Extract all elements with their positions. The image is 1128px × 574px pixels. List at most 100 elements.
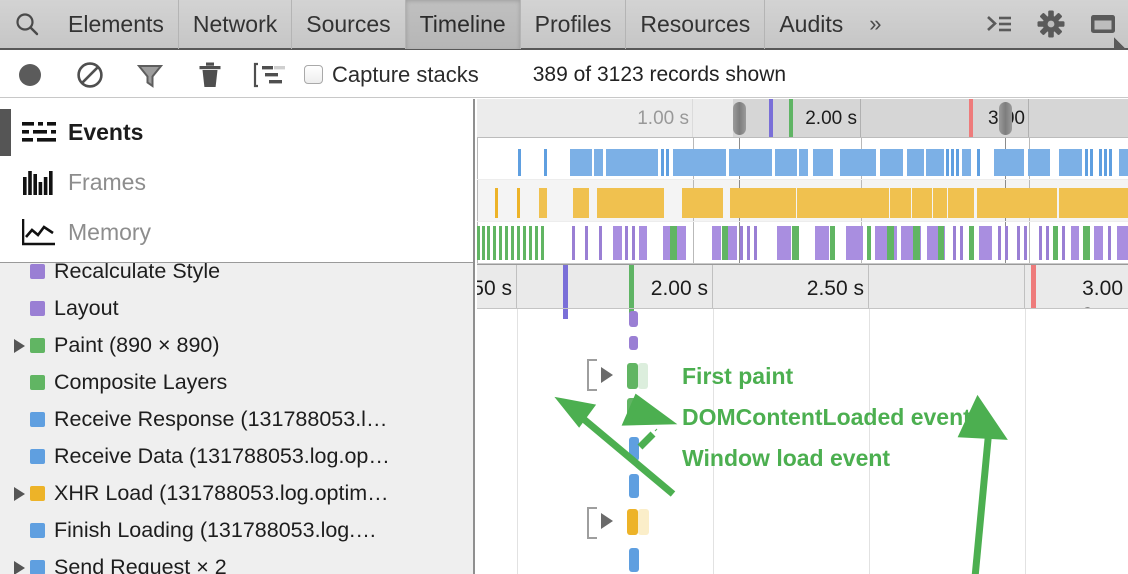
capture-stacks-checkbox[interactable]	[304, 65, 323, 84]
memory-line-icon	[16, 218, 62, 246]
trash-icon[interactable]	[180, 52, 240, 98]
record-bar[interactable]	[629, 548, 639, 572]
firstpaint-marker	[629, 265, 634, 309]
tab-resources[interactable]: Resources	[625, 0, 764, 49]
table-row[interactable]	[477, 309, 1128, 336]
overview-window-left-handle[interactable]	[733, 102, 746, 135]
expand-triangle[interactable]	[601, 513, 613, 529]
timeline-right-panel: 1.00 s 2.00 s 3.00	[477, 99, 1128, 574]
expand-triangle[interactable]	[8, 487, 30, 501]
event-label: Paint (890 × 890)	[54, 333, 220, 358]
record-bar[interactable]	[629, 437, 639, 461]
record-bar[interactable]	[629, 311, 638, 327]
list-item[interactable]: Receive Data (131788053.log.op…	[0, 438, 473, 475]
overview-ruler[interactable]: 1.00 s 2.00 s 3.00	[477, 99, 1128, 138]
event-records-list[interactable]: Recalculate Style Layout Paint (890 × 89…	[0, 262, 473, 574]
capture-stacks-label: Capture stacks	[332, 62, 479, 88]
overview-strip-scripting[interactable]	[477, 180, 1128, 222]
devtools-tabbar: Elements Network Sources Timeline Profil…	[0, 0, 1128, 50]
record-bar[interactable]	[627, 398, 638, 424]
event-label: XHR Load (131788053.log.optim…	[54, 481, 389, 506]
view-mode-frames[interactable]: Frames	[0, 157, 473, 207]
list-item[interactable]: Receive Response (131788053.l…	[0, 401, 473, 438]
events-icon	[16, 121, 62, 143]
ruler-tick-label: 2.50 s	[807, 277, 869, 301]
record-bracket	[587, 359, 597, 391]
overview-strip-loading[interactable]	[477, 138, 1128, 180]
table-row[interactable]	[477, 542, 1128, 574]
tab-profiles[interactable]: Profiles	[520, 0, 626, 49]
tab-label: Profiles	[535, 11, 612, 38]
overview-window-right-handle[interactable]	[999, 102, 1012, 135]
tab-sources[interactable]: Sources	[291, 0, 404, 49]
clear-icon[interactable]	[60, 52, 120, 98]
tab-label: Elements	[68, 11, 164, 38]
more-tabs-button[interactable]: »	[857, 0, 893, 49]
list-item[interactable]: Send Request × 2	[0, 549, 473, 574]
timeline-records-body[interactable]: First paint DOMContentLoaded event Windo…	[477, 309, 1128, 574]
console-drawer-icon[interactable]	[978, 0, 1020, 49]
event-color-swatch	[30, 338, 45, 353]
search-icon[interactable]	[0, 0, 54, 49]
ruler-tick-label: 2.00 s	[651, 277, 713, 301]
record-bar[interactable]	[627, 509, 638, 535]
list-item[interactable]: XHR Load (131788053.log.optim…	[0, 475, 473, 512]
filter-funnel-icon[interactable]	[120, 52, 180, 98]
overview-tick-label: 2.00 s	[805, 108, 861, 130]
selection-indicator	[0, 109, 11, 156]
firstpaint-marker	[789, 99, 793, 138]
timeline-ruler[interactable]: 50 s 2.00 s 2.50 s 3.00 s	[477, 264, 1128, 309]
tab-label: Sources	[306, 11, 390, 38]
event-label: Recalculate Style	[54, 262, 220, 284]
expand-triangle[interactable]	[601, 367, 613, 383]
resize-grip[interactable]	[1114, 36, 1128, 50]
event-label: Composite Layers	[54, 370, 227, 395]
tab-label: Resources	[640, 11, 750, 38]
domcontentloaded-marker	[769, 99, 773, 138]
tab-network[interactable]: Network	[178, 0, 291, 49]
list-item[interactable]: Recalculate Style	[0, 262, 473, 290]
list-item[interactable]: Paint (890 × 890)	[0, 327, 473, 364]
table-row[interactable]	[477, 468, 1128, 505]
overview-strip-rendering[interactable]	[477, 222, 1128, 264]
list-item[interactable]: Finish Loading (131788053.log.…	[0, 512, 473, 549]
tab-label: Network	[193, 11, 277, 38]
annotation-domcontentloaded: DOMContentLoaded event	[682, 404, 971, 431]
table-row[interactable]	[477, 357, 1128, 394]
view-mode-list: Events Frames	[0, 99, 473, 262]
tab-elements[interactable]: Elements	[54, 0, 178, 49]
view-mode-events[interactable]: Events	[0, 107, 473, 157]
gear-icon[interactable]	[1030, 0, 1072, 49]
event-color-swatch	[30, 264, 45, 279]
view-mode-label: Events	[68, 119, 143, 146]
view-mode-memory[interactable]: Memory	[0, 207, 473, 257]
table-row[interactable]	[477, 505, 1128, 542]
tab-label: Audits	[779, 11, 843, 38]
flame-tree-icon[interactable]	[240, 52, 300, 98]
event-label: Layout	[54, 296, 119, 321]
record-bracket	[587, 507, 597, 539]
list-item[interactable]: Layout	[0, 290, 473, 327]
expand-triangle[interactable]	[8, 561, 30, 574]
record-bar[interactable]	[629, 336, 638, 350]
records-status: 389 of 3123 records shown	[533, 63, 786, 87]
view-mode-label: Frames	[68, 169, 146, 196]
ruler-tick-label: 3.00 s	[1082, 277, 1128, 309]
record-bar[interactable]	[629, 474, 639, 498]
record-bar[interactable]	[627, 363, 638, 389]
tab-audits[interactable]: Audits	[764, 0, 857, 49]
event-label: Receive Data (131788053.log.op…	[54, 444, 390, 469]
event-color-swatch	[30, 486, 45, 501]
event-color-swatch	[30, 375, 45, 390]
tabbar-action-icons	[978, 0, 1128, 49]
tab-timeline[interactable]: Timeline	[405, 0, 520, 49]
capture-stacks-control[interactable]: Capture stacks	[300, 62, 479, 88]
annotation-first-paint: First paint	[682, 363, 793, 390]
record-bar-tail	[638, 509, 649, 535]
expand-triangle[interactable]	[8, 339, 30, 353]
timeline-toolbar: Capture stacks 389 of 3123 records shown	[0, 52, 1128, 98]
list-item[interactable]: Composite Layers	[0, 364, 473, 401]
frames-bars-icon	[16, 169, 62, 195]
record-circle-icon[interactable]	[0, 52, 60, 98]
event-color-swatch	[30, 449, 45, 464]
